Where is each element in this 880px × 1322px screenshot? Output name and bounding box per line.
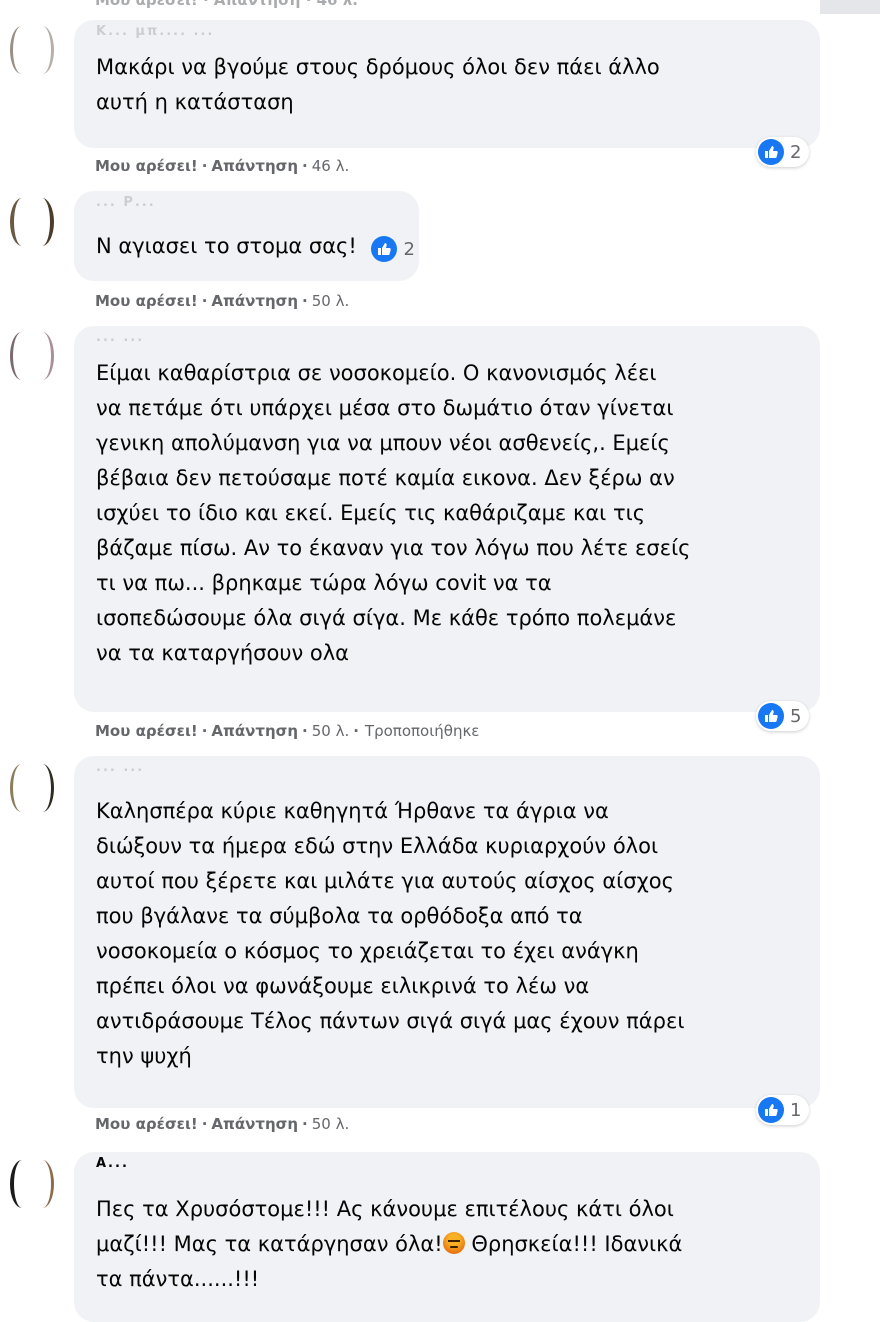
comment-text: Καλησπέρα κύριε καθηγητά Ήρθανε τα άγρια… bbox=[96, 799, 685, 1068]
reply-link[interactable]: Απάντηση bbox=[214, 0, 301, 9]
reaction-count: 1 bbox=[790, 1099, 802, 1121]
author-name-text: ... ... bbox=[96, 330, 145, 345]
dot-separator: · bbox=[305, 0, 317, 9]
like-icon bbox=[758, 703, 784, 729]
comment-actions: Μου αρέσει! · Απάντηση · 50 λ. · Τροποποιήθηκε bbox=[95, 722, 479, 740]
avatar[interactable] bbox=[4, 328, 60, 384]
dot-separator: · bbox=[201, 1115, 208, 1133]
like-link[interactable]: Μου αρέσει! bbox=[95, 722, 198, 740]
comment-bubble: ... ... Καλησπέρα κύριε καθηγητά Ήρθανε … bbox=[74, 756, 820, 1108]
dot-separator: · bbox=[302, 157, 308, 175]
author-name-text: Α... bbox=[96, 1156, 129, 1171]
comment-text: Μακάρι να βγούμε στους δρόμους όλοι δεν … bbox=[96, 55, 660, 114]
author-name[interactable]: Κ... μπ.... ... bbox=[96, 24, 214, 42]
author-name[interactable]: ... ... bbox=[96, 330, 144, 348]
comment-text-line: Ν αγιασει το στομα σας! 2 bbox=[96, 229, 415, 267]
reaction-summary[interactable]: 1 bbox=[756, 1095, 810, 1125]
reaction-summary[interactable]: 5 bbox=[756, 701, 810, 731]
comment-text: Ν αγιασει το στομα σας! bbox=[96, 234, 357, 258]
like-icon bbox=[371, 236, 398, 262]
comment-bubble: Α... Πες τα Χρυσόστομε!!! Ας κάνουμε επι… bbox=[74, 1152, 820, 1322]
comment-bubble: ... Ρ... Ν αγιασει το στομα σας! 2 bbox=[74, 191, 419, 281]
dot-separator: · bbox=[201, 292, 208, 310]
author-name[interactable]: Α... bbox=[96, 1156, 129, 1174]
like-icon bbox=[758, 139, 784, 165]
reply-link[interactable]: Απάντηση bbox=[211, 292, 298, 310]
scrollbar[interactable] bbox=[820, 0, 880, 14]
dot-separator: · bbox=[201, 157, 208, 175]
like-link[interactable]: Μου αρέσει! bbox=[95, 157, 198, 175]
reply-link[interactable]: Απάντηση bbox=[211, 722, 298, 740]
reaction-summary[interactable]: 2 bbox=[371, 232, 415, 267]
dot-separator: · bbox=[302, 722, 308, 740]
comment-time[interactable]: 50 λ. bbox=[312, 1115, 350, 1133]
comment-time[interactable]: 50 λ. bbox=[312, 292, 350, 310]
avatar[interactable] bbox=[4, 760, 60, 816]
comment-bubble: Κ... μπ.... ... Μακάρι να βγούμε στους δ… bbox=[74, 20, 820, 148]
comment-text: Είμαι καθαρίστρια σε νοσοκομείο. Ο κανον… bbox=[96, 361, 691, 665]
author-name-text: Κ... μπ.... ... bbox=[96, 24, 215, 39]
comment-time[interactable]: 50 λ. bbox=[312, 722, 350, 740]
reply-link[interactable]: Απάντηση bbox=[211, 157, 298, 175]
previous-actions-row: Μου αρέσει! · Απάντηση · 46 λ. bbox=[95, 0, 358, 9]
dot-separator: · bbox=[302, 292, 308, 310]
reply-link[interactable]: Απάντηση bbox=[211, 1115, 298, 1133]
dot-separator: · bbox=[202, 0, 214, 9]
author-name-text: ... ... bbox=[96, 760, 145, 775]
reaction-count: 5 bbox=[790, 705, 802, 727]
like-link[interactable]: Μου αρέσει! bbox=[95, 292, 198, 310]
author-name[interactable]: ... ... bbox=[96, 760, 144, 778]
dot-separator: · bbox=[353, 722, 359, 740]
avatar[interactable] bbox=[4, 22, 60, 78]
comment-actions: Μου αρέσει! · Απάντηση · 46 λ. bbox=[95, 157, 349, 175]
author-name[interactable]: ... Ρ... bbox=[96, 195, 156, 213]
avatar[interactable] bbox=[4, 1156, 60, 1212]
reaction-count: 2 bbox=[790, 141, 802, 163]
angry-emoji-icon bbox=[442, 1232, 465, 1254]
like-icon bbox=[758, 1097, 784, 1123]
dot-separator: · bbox=[201, 722, 208, 740]
comment-time: 46 λ. bbox=[316, 0, 358, 9]
reaction-summary[interactable]: 2 bbox=[756, 137, 810, 167]
author-name-text: ... Ρ... bbox=[96, 195, 156, 210]
comment-time[interactable]: 46 λ. bbox=[312, 157, 350, 175]
edited-label[interactable]: Τροποποιήθηκε bbox=[365, 722, 480, 740]
dot-separator: · bbox=[302, 1115, 308, 1133]
avatar[interactable] bbox=[4, 194, 60, 250]
like-link[interactable]: Μου αρέσει! bbox=[95, 0, 198, 9]
comment-text: Πες τα Χρυσόστομε!!! Ας κάνουμε επιτέλου… bbox=[96, 1192, 682, 1297]
comment-bubble: ... ... Είμαι καθαρίστρια σε νοσοκομείο.… bbox=[74, 326, 820, 712]
previous-comment-actions: Μου αρέσει! · Απάντηση · 46 λ. bbox=[0, 0, 880, 14]
comment-actions: Μου αρέσει! · Απάντηση · 50 λ. bbox=[95, 1115, 349, 1133]
like-link[interactable]: Μου αρέσει! bbox=[95, 1115, 198, 1133]
comment-actions: Μου αρέσει! · Απάντηση · 50 λ. bbox=[95, 292, 349, 310]
reaction-count: 2 bbox=[403, 238, 415, 260]
